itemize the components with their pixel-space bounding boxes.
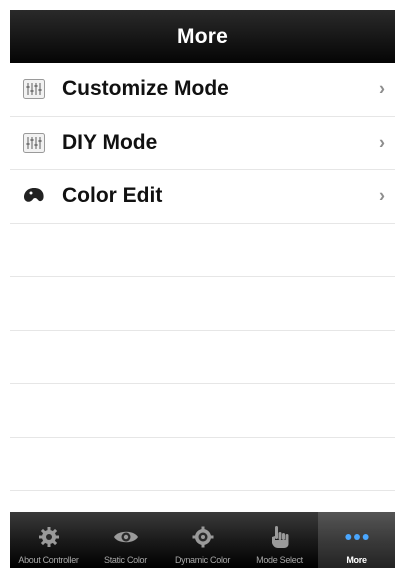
tab-mode-select[interactable]: Mode Select — [241, 512, 318, 568]
tab-label: More — [346, 555, 367, 565]
tab-label: Static Color — [104, 555, 147, 565]
tab-about-controller[interactable]: About Controller — [10, 512, 87, 568]
more-dots-icon — [344, 524, 370, 550]
list-item-label: Customize Mode — [62, 77, 229, 101]
tab-label: Dynamic Color — [174, 555, 231, 565]
tab-more[interactable]: More — [318, 512, 395, 568]
nav-bar: More — [10, 10, 395, 63]
empty-row — [10, 224, 395, 277]
palette-icon — [22, 184, 46, 208]
eye-icon — [113, 524, 139, 550]
list-item-diy-mode[interactable]: DIY Mode › — [10, 117, 395, 170]
sliders-icon — [22, 77, 46, 101]
list-item-label: DIY Mode — [62, 130, 158, 154]
menu-list: Customize Mode › DIY Mode › Color Edit › — [10, 63, 395, 512]
chevron-right-icon: › — [379, 78, 385, 99]
gear-icon — [36, 524, 62, 550]
hand-icon — [267, 524, 293, 550]
tab-label: Mode Select — [256, 555, 303, 565]
empty-row — [10, 277, 395, 331]
gear-icon — [190, 524, 216, 550]
tab-bar: About Controller Static Color Dynamic Co… — [10, 512, 395, 568]
chevron-right-icon: › — [379, 185, 385, 206]
empty-row — [10, 384, 395, 438]
empty-row — [10, 331, 395, 384]
empty-row — [10, 438, 395, 491]
chevron-right-icon: › — [379, 132, 385, 153]
page-title: More — [177, 24, 228, 48]
tab-label: About Controller — [18, 555, 79, 565]
sliders-icon — [22, 131, 46, 155]
tab-static-color[interactable]: Static Color — [87, 512, 164, 568]
list-item-customize-mode[interactable]: Customize Mode › — [10, 63, 395, 117]
tab-dynamic-color[interactable]: Dynamic Color — [164, 512, 241, 568]
list-item-color-edit[interactable]: Color Edit › — [10, 170, 395, 224]
list-item-label: Color Edit — [62, 184, 163, 208]
